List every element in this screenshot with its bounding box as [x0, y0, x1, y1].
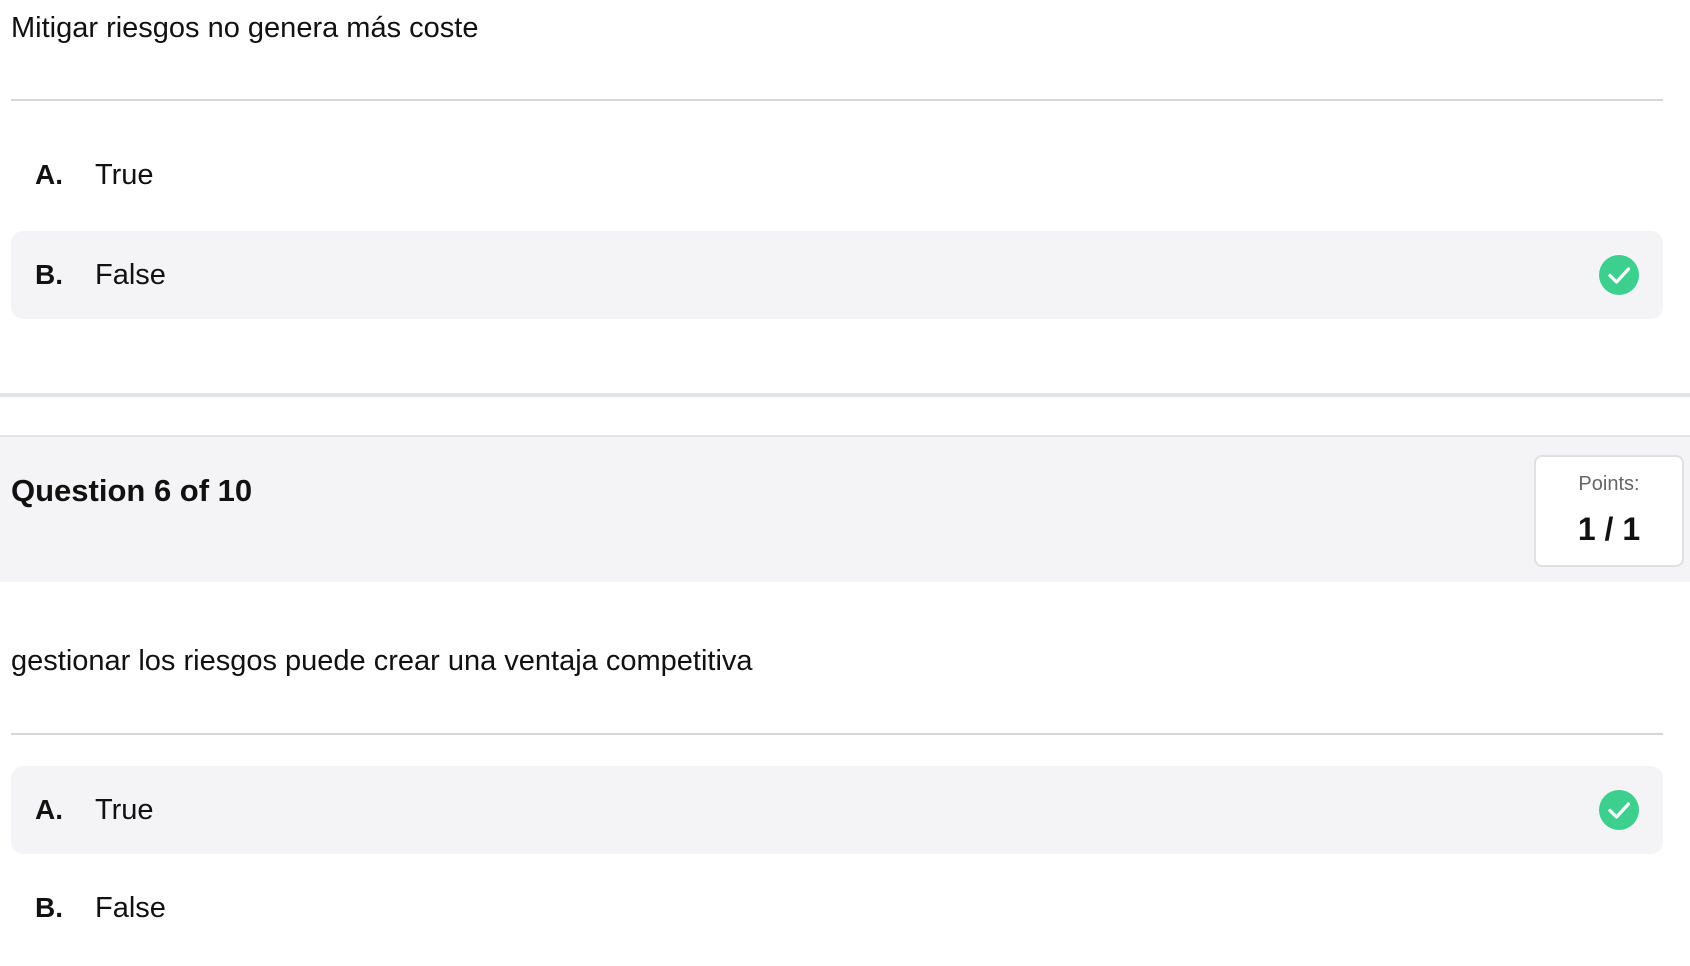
- option-label: True: [95, 159, 154, 191]
- option-letter: A.: [35, 159, 63, 190]
- option-letter: B.: [35, 259, 63, 290]
- option-label: False: [95, 892, 166, 924]
- option-letter: A.: [35, 794, 63, 825]
- option-a[interactable]: A. True: [11, 131, 1663, 219]
- option-label: False: [95, 259, 166, 291]
- option-label: True: [95, 794, 154, 826]
- divider: [11, 99, 1663, 101]
- option-b[interactable]: B. False: [11, 231, 1663, 319]
- points-label: Points:: [1578, 473, 1640, 495]
- question-text: gestionar los riesgos puede crear una ve…: [11, 645, 753, 677]
- option-letter: B.: [35, 892, 63, 923]
- check-circle-icon: [1599, 255, 1639, 295]
- section-separator: [0, 393, 1690, 397]
- question-title: Question 6 of 10: [11, 473, 253, 508]
- question-header: Question 6 of 10 Points: 1 / 1: [0, 435, 1690, 582]
- question-text: Mitigar riesgos no genera más coste: [11, 12, 479, 44]
- check-circle-icon: [1599, 790, 1639, 830]
- points-box: Points: 1 / 1: [1534, 455, 1684, 567]
- option-a[interactable]: A. True: [11, 766, 1663, 854]
- points-value: 1 / 1: [1577, 511, 1641, 547]
- divider: [11, 733, 1663, 735]
- option-b[interactable]: B. False: [11, 864, 1663, 952]
